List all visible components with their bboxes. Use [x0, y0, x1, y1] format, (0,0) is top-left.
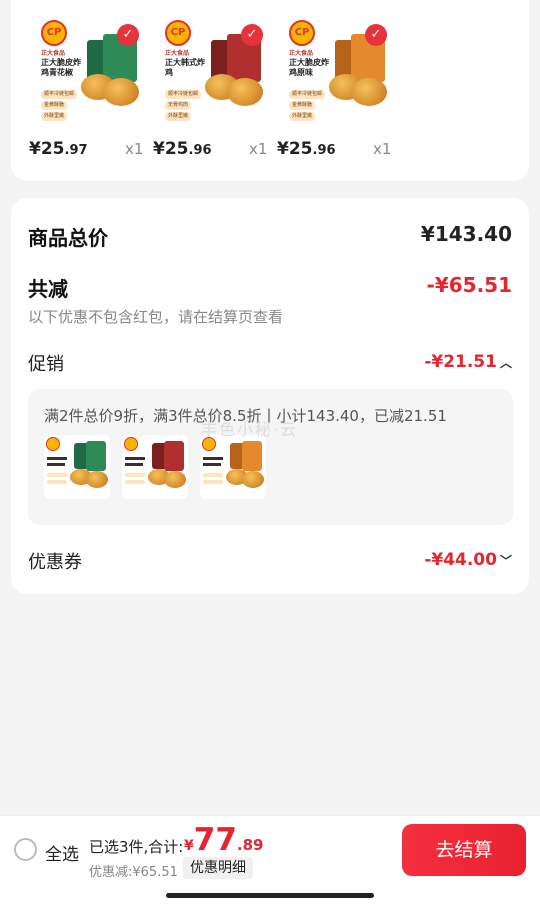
label-line [47, 457, 67, 460]
product-tag: 外酥里嫩 [41, 112, 68, 121]
cp-logo-icon: CP [41, 20, 67, 46]
label-line [203, 457, 223, 460]
label-line [203, 463, 221, 466]
selected-count: 已选3件,合计: [89, 838, 184, 856]
product-name: 正大脆皮炸鸡原味 [289, 58, 329, 77]
product-tag: 顺丰冷链包邮 [41, 90, 78, 99]
reduce-label: 共减 [28, 277, 68, 301]
product-quantity: x1 [373, 140, 392, 158]
price-integer: ¥25 [277, 139, 313, 159]
product-brand: 正大食品 [165, 50, 190, 57]
price-decimal: .96 [312, 143, 336, 158]
product-item[interactable]: CP 正大食品 正大脆皮炸鸡青花椒 顺丰冷链包邮 金黄酥脆 外酥里嫩 ✓ ¥25… [23, 14, 145, 164]
promo-product-thumbnail [44, 435, 110, 499]
saved-amount: 优惠减:¥65.51 [89, 865, 178, 880]
cp-logo-icon [124, 437, 138, 451]
price-decimal: .96 [188, 143, 212, 158]
price-decimal: .97 [64, 143, 88, 158]
fried-chicken-icon [103, 78, 139, 106]
total-yen: ¥ [184, 838, 194, 854]
reduce-row: 共减 -¥65.51 [28, 273, 512, 302]
tag-pill [47, 480, 67, 484]
product-tag: 顺丰冷链包邮 [165, 90, 202, 99]
promo-label: 促销 [28, 354, 64, 375]
total-dec: .89 [236, 836, 264, 854]
product-image[interactable]: CP 正大食品 正大韩式炸鸡 顺丰冷链包邮 无骨鸡肉 外酥里嫩 ✓ [165, 18, 265, 122]
tag-pill [203, 473, 223, 477]
label-line [125, 463, 143, 466]
product-image[interactable]: CP 正大食品 正大脆皮炸鸡原味 顺丰冷链包邮 金黄酥脆 外酥里嫩 ✓ [289, 18, 389, 122]
tag-pill [203, 480, 223, 484]
package-icon [86, 441, 106, 471]
product-tag: 外酥里嫩 [165, 112, 192, 121]
tag-pill [47, 473, 67, 477]
coupon-row[interactable]: 优惠券 -¥44.00 ﹀ [28, 548, 512, 574]
goods-total-value: ¥143.40 [420, 222, 512, 246]
cp-logo-icon: CP [165, 20, 191, 46]
check-icon[interactable]: ✓ [365, 24, 387, 46]
product-tag: 外酥里嫩 [289, 112, 316, 121]
promo-product-thumbnail [200, 435, 266, 499]
total-int: 77 [193, 822, 237, 858]
goods-total-row: 商品总价 ¥143.40 [28, 222, 512, 251]
promo-product-thumbnail [122, 435, 188, 499]
reduce-note: 以下优惠不包含红包，请在结算页查看 [28, 308, 284, 326]
coupon-value: -¥44.00 [424, 550, 497, 570]
label-line [125, 457, 145, 460]
product-brand: 正大食品 [41, 50, 66, 57]
home-indicator[interactable] [166, 893, 374, 898]
product-tag: 无骨鸡肉 [165, 101, 192, 110]
package-icon [164, 441, 184, 471]
product-tag: 金黄酥脆 [289, 101, 316, 110]
check-icon[interactable]: ✓ [117, 24, 139, 46]
product-brand: 正大食品 [289, 50, 314, 57]
fried-chicken-icon [351, 78, 387, 106]
fried-chicken-icon [227, 78, 263, 106]
tag-pill [125, 480, 145, 484]
select-all-label[interactable]: 全选 [45, 840, 79, 865]
reduce-value: -¥65.51 [426, 273, 512, 297]
product-quantity: x1 [249, 140, 268, 158]
radio-unchecked-icon[interactable] [14, 838, 37, 861]
product-name: 正大脆皮炸鸡青花椒 [41, 58, 81, 77]
product-name: 正大韩式炸鸡 [165, 58, 205, 77]
product-price: ¥25.96 [277, 139, 336, 159]
promo-value: -¥21.51 [424, 352, 497, 372]
tag-pill [125, 473, 145, 477]
product-tag: 金黄酥脆 [41, 101, 68, 110]
price-integer: ¥25 [153, 139, 189, 159]
discount-detail-button[interactable]: 优惠明细 [183, 857, 253, 879]
product-tag: 顺丰冷链包邮 [289, 90, 326, 99]
promo-row[interactable]: 促销 -¥21.51 ︿ [28, 350, 512, 376]
fried-chicken-icon [164, 471, 186, 488]
product-quantity: x1 [125, 140, 144, 158]
watermark: 丰色小秘·云 [201, 420, 299, 439]
checkout-button[interactable]: 去结算 [402, 824, 526, 876]
selected-products-card: CP 正大食品 正大脆皮炸鸡青花椒 顺丰冷链包邮 金黄酥脆 外酥里嫩 ✓ ¥25… [11, 0, 529, 181]
promo-detail-box: 满2件总价9折，满3件总价8.5折丨小计143.40，已减21.51 [28, 389, 513, 525]
cp-logo-icon: CP [289, 20, 315, 46]
product-item[interactable]: CP 正大食品 正大韩式炸鸡 顺丰冷链包邮 无骨鸡肉 外酥里嫩 ✓ ¥25.96… [147, 14, 269, 164]
product-price: ¥25.96 [153, 139, 212, 159]
chevron-up-icon[interactable]: ︿ [500, 356, 512, 370]
fried-chicken-icon [242, 471, 264, 488]
goods-total-label: 商品总价 [28, 226, 108, 250]
cp-logo-icon [46, 437, 60, 451]
product-item[interactable]: CP 正大食品 正大脆皮炸鸡原味 顺丰冷链包邮 金黄酥脆 外酥里嫩 ✓ ¥25.… [271, 14, 393, 164]
check-icon[interactable]: ✓ [241, 24, 263, 46]
package-icon [242, 441, 262, 471]
price-integer: ¥25 [29, 139, 65, 159]
price-summary-card: 商品总价 ¥143.40 共减 -¥65.51 以下优惠不包含红包，请在结算页查… [11, 198, 529, 594]
reduce-note-row: 以下优惠不包含红包，请在结算页查看 [28, 306, 512, 327]
total-price: ¥77.89 [184, 822, 263, 858]
coupon-label: 优惠券 [28, 552, 82, 573]
label-line [47, 463, 65, 466]
chevron-down-icon[interactable]: ﹀ [500, 554, 512, 568]
product-price: ¥25.97 [29, 139, 88, 159]
product-image[interactable]: CP 正大食品 正大脆皮炸鸡青花椒 顺丰冷链包邮 金黄酥脆 外酥里嫩 ✓ [41, 18, 141, 122]
fried-chicken-icon [86, 471, 108, 488]
